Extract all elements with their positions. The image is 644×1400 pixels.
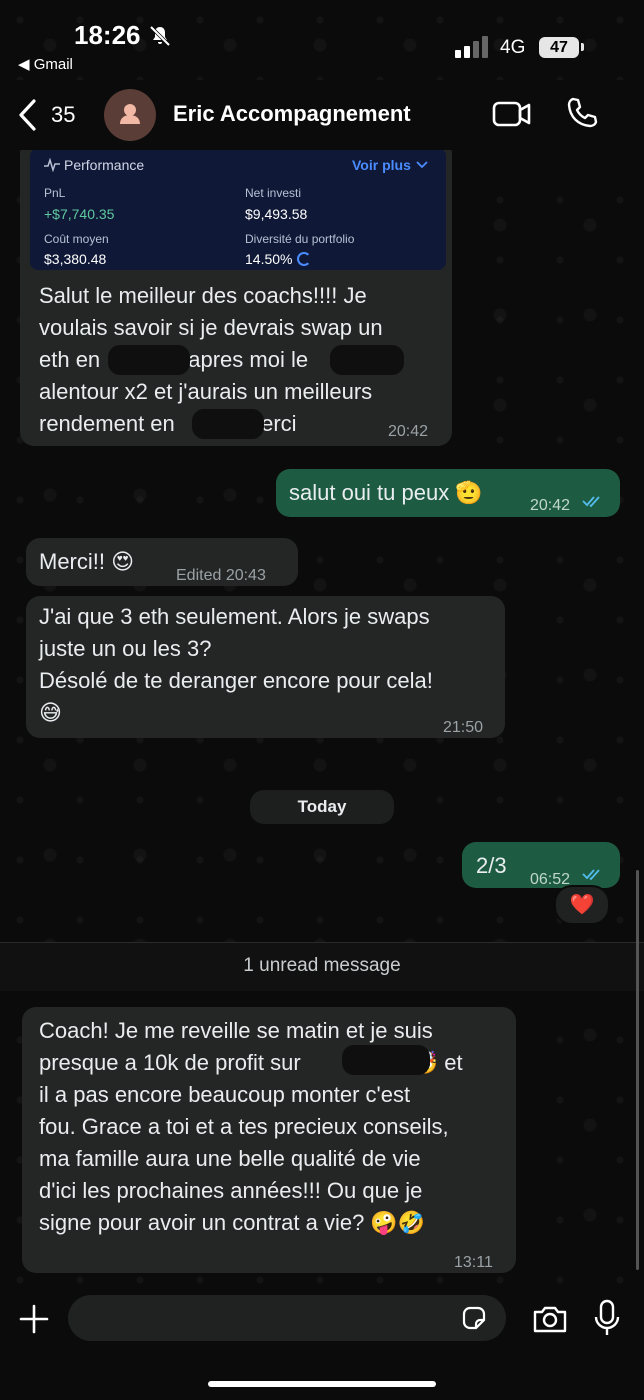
message-input[interactable] xyxy=(68,1295,506,1341)
diversity-value: 14.50% xyxy=(245,251,293,267)
message-time: 13:11 xyxy=(454,1254,493,1271)
message-text: Merci!! 😍 xyxy=(39,549,135,574)
heart-reaction: ❤️ xyxy=(569,894,595,916)
message-text: 2/3 xyxy=(476,853,507,878)
incoming-message[interactable]: J'ai que 3 eth seulement. Alors je swaps… xyxy=(26,596,505,738)
message-line: juste un ou les 3? xyxy=(39,636,212,661)
battery-cap xyxy=(581,43,584,51)
double-check-icon xyxy=(582,496,600,508)
message-line: ma famille aura une belle qualité de vie xyxy=(39,1146,421,1171)
message-text: salut oui tu peux 🫡 xyxy=(289,480,483,505)
message-line: il a pas encore beaucoup monter c'est xyxy=(39,1082,411,1107)
diversity-label: Diversité du portfolio xyxy=(245,232,355,246)
shared-portfolio-card[interactable]: Performance Voir plus PnL +$7,740.35 Net… xyxy=(30,148,446,270)
message-line: Salut le meilleur des coachs!!!! Je xyxy=(39,283,367,308)
message-line: fou. Grace a toi et a tes precieux conse… xyxy=(39,1114,449,1139)
message-time: 21:50 xyxy=(443,719,484,736)
redaction-mark xyxy=(330,345,404,375)
message-line: Coach! Je me reveille se matin et je sui… xyxy=(39,1018,433,1043)
card-title: Performance xyxy=(64,157,145,173)
video-camera-icon[interactable] xyxy=(492,98,532,130)
message-line: d'ici les prochaines années!!! Ou que je xyxy=(39,1178,423,1203)
activity-icon xyxy=(44,158,60,172)
message-line: alentour x2 et j'aurais un meilleurs xyxy=(39,379,373,404)
redaction-mark xyxy=(342,1045,430,1075)
message-line: 😅 xyxy=(39,700,62,725)
message-line: J'ai que 3 eth seulement. Alors je swaps xyxy=(39,604,430,629)
incoming-message[interactable]: Coach! Je me reveille se matin et je sui… xyxy=(22,1007,516,1273)
double-check-icon xyxy=(582,869,600,881)
back-unread-count[interactable]: 35 xyxy=(51,102,75,128)
contact-name[interactable]: Eric Accompagnement xyxy=(173,101,411,127)
redaction-mark xyxy=(108,345,190,375)
outgoing-message[interactable]: salut oui tu peux 🫡 20:42 xyxy=(276,469,620,517)
message-time: 20:42 xyxy=(530,497,571,514)
reaction-badge[interactable]: ❤️ xyxy=(554,885,610,925)
scrollbar[interactable] xyxy=(636,870,639,1270)
message-fragment: presque a 10k de profit sur xyxy=(39,1050,301,1075)
avatar[interactable] xyxy=(104,89,156,141)
phone-icon[interactable] xyxy=(565,96,599,130)
network-type: 4G xyxy=(500,37,526,58)
composer-bar xyxy=(0,1285,644,1400)
date-divider: Today xyxy=(250,790,394,824)
message-line: voulais savoir si je devrais swap un xyxy=(39,315,383,340)
pnl-value: +$7,740.35 xyxy=(44,206,115,222)
card-see-more-link[interactable]: Voir plus xyxy=(352,157,411,173)
message-line: Désolé de te deranger encore pour cela! xyxy=(39,668,433,693)
chevron-down-icon xyxy=(416,161,428,169)
incoming-message[interactable]: Merci!! 😍 Edited 20:43 xyxy=(26,538,298,586)
pnl-label: PnL xyxy=(44,186,66,200)
person-icon xyxy=(120,104,140,124)
camera-icon[interactable] xyxy=(532,1304,568,1334)
chat-header: 35 Eric Accompagnement xyxy=(0,80,644,150)
redaction-mark xyxy=(192,409,264,439)
message-text: J'ai que 3 eth seulement. Alors je swaps… xyxy=(39,601,433,729)
net-invested-value: $9,493.58 xyxy=(245,206,308,222)
unread-divider: 1 unread message xyxy=(0,942,644,991)
loading-spinner-icon xyxy=(297,252,311,266)
microphone-icon[interactable] xyxy=(594,1299,620,1337)
outgoing-message[interactable]: 2/3 06:52 xyxy=(462,842,620,888)
signal-icon xyxy=(455,36,488,58)
net-invested-label: Net investi xyxy=(245,186,302,200)
message-time: 20:42 xyxy=(388,423,429,440)
edited-label: Edited 20:43 xyxy=(176,567,266,584)
back-to-app-link[interactable]: ◀ Gmail xyxy=(18,55,73,73)
avg-cost-value: $3,380.48 xyxy=(44,251,107,267)
unread-divider-label: 1 unread message xyxy=(243,955,401,976)
status-time: 18:26 xyxy=(74,20,141,50)
message-fragment: rendement en xyxy=(39,411,175,436)
bell-muted-icon xyxy=(149,25,171,47)
home-indicator[interactable] xyxy=(208,1381,436,1387)
message-fragment: eth en xyxy=(39,347,101,372)
message-line: signe pour avoir un contrat a vie? 🤪🤣 xyxy=(39,1210,426,1235)
plus-icon[interactable] xyxy=(18,1303,50,1335)
sticker-icon[interactable] xyxy=(460,1304,488,1332)
status-bar: 18:26 ◀ Gmail 4G 47 xyxy=(0,0,644,80)
chevron-left-icon[interactable] xyxy=(16,98,40,132)
battery-level: 47 xyxy=(539,37,579,58)
avg-cost-label: Coût moyen xyxy=(44,232,109,246)
